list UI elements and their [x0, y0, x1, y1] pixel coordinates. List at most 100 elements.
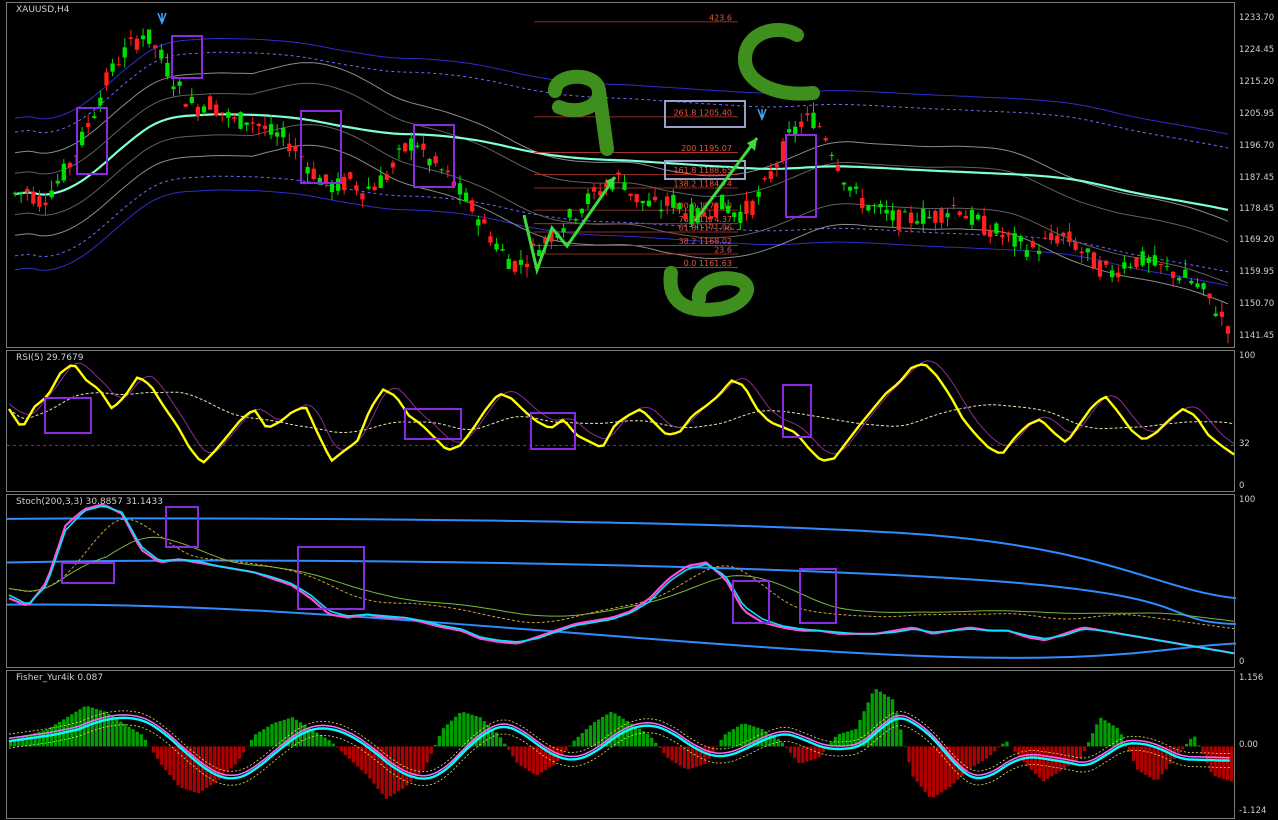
highlight-box	[786, 135, 816, 217]
fisher-bar	[928, 746, 931, 796]
fisher-bar	[344, 746, 347, 755]
candle-body	[708, 217, 712, 219]
candle-body	[13, 193, 17, 194]
rsi-ma-line	[9, 361, 1234, 454]
candle-body	[49, 191, 53, 198]
fisher-bar	[25, 736, 28, 747]
highlight-box	[166, 507, 198, 547]
candle-body	[226, 112, 230, 118]
candle-body	[263, 126, 267, 129]
fisher-bar	[1197, 745, 1200, 746]
fisher-bar	[658, 746, 661, 748]
fisher-bar	[270, 724, 273, 746]
fib-label: 261.8 1205.40	[673, 108, 732, 117]
fisher-bar	[654, 743, 657, 747]
fisher-bar	[262, 729, 265, 746]
candle-body	[470, 200, 474, 211]
y-tick-label: 0	[1239, 657, 1244, 667]
candle-body	[671, 195, 675, 208]
candle-body	[1031, 241, 1035, 247]
candle-body	[976, 215, 980, 219]
fisher-bar	[393, 746, 396, 793]
candle-body	[476, 219, 480, 225]
y-tick-label: 1187.45	[1239, 173, 1274, 183]
fisher-bar	[1156, 746, 1159, 779]
candle-body	[196, 107, 200, 116]
fisher-bar	[328, 740, 331, 746]
candle-body	[1159, 264, 1163, 265]
candle-body	[775, 164, 779, 167]
candle-body	[677, 203, 681, 209]
candle-body	[519, 260, 523, 265]
candle-body	[446, 171, 450, 173]
fib-label: 61.8 1171.96	[679, 223, 732, 232]
candle-body	[1208, 294, 1212, 299]
fisher-bar	[666, 746, 669, 758]
fisher-bar	[401, 746, 404, 788]
price-plot[interactable]: 423.6261.8 1205.40200 1195.07161.8 1188.…	[6, 2, 1235, 348]
fisher-bar	[1148, 746, 1151, 777]
candle-body	[68, 163, 72, 167]
fisher-bar	[879, 692, 882, 747]
fisher-bar	[634, 726, 637, 746]
candle-body	[726, 206, 730, 213]
candle-body	[208, 96, 212, 110]
candle-body	[86, 123, 90, 127]
candle-body	[366, 187, 370, 189]
fisher-bar	[413, 746, 416, 778]
y-tick-label: 1150.70	[1239, 299, 1274, 309]
candle-body	[744, 201, 748, 214]
candle-body	[1153, 255, 1157, 265]
fisher-bar	[809, 746, 812, 760]
candle-body	[1043, 238, 1047, 239]
y-tick-label: 1178.45	[1239, 204, 1274, 214]
y-tick-label: 1233.70	[1239, 13, 1274, 23]
fisher-bar	[1095, 724, 1098, 746]
fisher-bar	[1063, 746, 1066, 768]
candle-body	[1226, 326, 1230, 333]
candle-body	[1025, 250, 1029, 257]
fib-label: 0.0 1161.63	[684, 259, 732, 268]
y-tick-label: 1169.20	[1239, 235, 1274, 245]
fisher-bar	[985, 746, 988, 758]
fisher-bar	[903, 746, 906, 747]
candle-body	[409, 138, 413, 150]
fisher-bar	[650, 738, 653, 747]
fisher-bar	[1226, 746, 1229, 780]
fisher-bar	[197, 746, 200, 793]
fisher-bar	[785, 746, 788, 747]
fisher-bar	[813, 746, 816, 759]
candle-body	[939, 209, 943, 223]
fisher-bar	[127, 727, 130, 747]
stoch-pane: Stoch(200,3,3) 30.8857 31.1433 1000	[0, 494, 1278, 668]
fisher-bar	[769, 734, 772, 746]
fisher-bar	[364, 746, 367, 774]
candle-body	[1073, 242, 1077, 250]
wave-mark-c	[745, 30, 813, 94]
fisher-bar	[564, 746, 567, 750]
candle-body	[1037, 251, 1041, 254]
candle-body	[763, 178, 767, 180]
candle-body	[1183, 270, 1187, 278]
candle-body	[580, 209, 584, 213]
candle-body	[1171, 272, 1175, 278]
stoch-plot[interactable]: Stoch(200,3,3) 30.8857 31.1433	[6, 494, 1235, 668]
fisher-bar	[1026, 746, 1029, 766]
candle-body	[799, 122, 803, 127]
y-tick-label: -1.124	[1239, 806, 1266, 816]
fisher-bar	[454, 717, 457, 747]
candle-body	[488, 236, 492, 242]
fisher-bar	[115, 719, 118, 746]
rsi-plot[interactable]: RSI(5) 29.7679	[6, 350, 1235, 492]
y-tick-label: 1224.45	[1239, 45, 1274, 55]
candle-body	[110, 63, 114, 71]
fisher-bar	[973, 746, 976, 766]
y-tick-label: 0.00	[1239, 740, 1258, 750]
fisher-bar	[626, 721, 629, 746]
fisher-bar	[340, 746, 343, 751]
fisher-bar	[577, 737, 580, 747]
candle-body	[659, 210, 663, 212]
fisher-plot[interactable]: Fisher_Yur4ik 0.087	[6, 670, 1235, 819]
fisher-bar	[213, 746, 216, 783]
fisher-bar	[911, 746, 914, 776]
